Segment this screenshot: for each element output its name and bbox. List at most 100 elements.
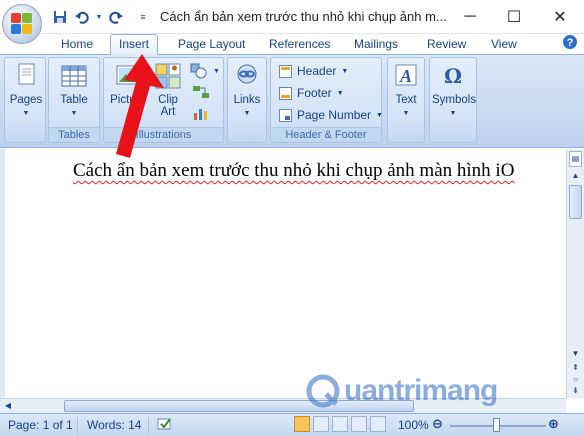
select-browse-object-icon[interactable]: ○ bbox=[569, 375, 582, 385]
svg-text:Ω: Ω bbox=[444, 64, 462, 88]
maximize-button[interactable]: ☐ bbox=[492, 0, 536, 34]
links-button[interactable]: Links ▼ bbox=[230, 62, 264, 120]
page-number-icon bbox=[279, 108, 292, 122]
next-page-icon[interactable]: ⇟ bbox=[569, 386, 582, 396]
redo-icon[interactable] bbox=[108, 9, 124, 25]
ribbon: Pages ▼ Table ▼ Tables Picture Clip Art bbox=[0, 54, 584, 148]
vertical-scroll-thumb[interactable] bbox=[569, 185, 582, 219]
shapes-icon bbox=[190, 63, 207, 79]
outline-icon[interactable] bbox=[351, 416, 367, 432]
smartart-button[interactable] bbox=[192, 83, 210, 101]
footer-dropdown-icon: ▼ bbox=[336, 89, 344, 97]
symbols-group: Ω Symbols ▼ bbox=[429, 57, 477, 143]
quick-access-toolbar: ▼ ≡ bbox=[52, 9, 148, 25]
zoom-level[interactable]: 100% bbox=[398, 418, 429, 432]
tab-review[interactable]: Review bbox=[427, 36, 466, 56]
zoom-out-icon[interactable]: ⊖ bbox=[432, 416, 443, 432]
watermark-text: uantrimang bbox=[344, 374, 498, 407]
header-button[interactable]: Header ▼ bbox=[279, 62, 348, 80]
links-label: Links bbox=[233, 94, 261, 106]
chart-icon bbox=[194, 109, 207, 120]
title-bar: ▼ ≡ Cách ẩn bản xem trước thu nhỏ khi ch… bbox=[0, 0, 584, 34]
office-button[interactable] bbox=[2, 4, 42, 44]
pages-label: Pages bbox=[9, 94, 43, 106]
links-group: Links ▼ bbox=[227, 57, 267, 143]
status-bar: Page: 1 of 1 Words: 14 100% ⊖ ⊕ bbox=[0, 413, 584, 436]
tab-home[interactable]: Home bbox=[61, 36, 93, 56]
word-count[interactable]: Words: 14 bbox=[87, 418, 141, 432]
text-dropdown-icon: ▼ bbox=[402, 110, 410, 117]
symbols-dropdown-icon: ▼ bbox=[449, 110, 457, 117]
symbols-label: Symbols bbox=[432, 94, 477, 106]
ruler-toggle-icon[interactable]: ▤ bbox=[569, 151, 582, 167]
header-label: Header bbox=[297, 64, 337, 78]
svg-text:?: ? bbox=[567, 37, 574, 49]
document-area[interactable] bbox=[0, 149, 566, 398]
svg-text:A: A bbox=[399, 66, 412, 86]
watermark-logo: uantrimang bbox=[306, 374, 498, 408]
close-button[interactable]: ✕ bbox=[538, 0, 582, 34]
annotation-arrow-icon bbox=[116, 54, 164, 158]
document-text[interactable]: Cách ẩn bản xem trước thu nhỏ khi chụp ả… bbox=[73, 160, 514, 182]
footer-icon bbox=[279, 86, 292, 100]
help-icon[interactable]: ? bbox=[562, 34, 578, 54]
tables-group-label: Tables bbox=[49, 127, 99, 142]
page-number-button[interactable]: Page Number ▼ bbox=[279, 106, 383, 124]
print-layout-icon[interactable] bbox=[294, 416, 310, 432]
undo-icon[interactable] bbox=[74, 9, 90, 25]
scroll-down-icon[interactable]: ▼ bbox=[569, 349, 582, 361]
text-button[interactable]: A Text ▼ bbox=[390, 62, 422, 120]
omega-icon: Ω bbox=[439, 62, 467, 90]
zoom-slider-thumb[interactable] bbox=[493, 418, 500, 432]
tables-group: Table ▼ Tables bbox=[48, 57, 100, 143]
header-footer-group: Header ▼ Footer ▼ Page Number ▼ Header &… bbox=[270, 57, 383, 143]
page-number-label: Page Number bbox=[297, 108, 372, 122]
pages-icon bbox=[12, 62, 40, 90]
watermark-q-icon bbox=[306, 374, 340, 408]
status-separator bbox=[77, 417, 78, 433]
pages-group: Pages ▼ bbox=[4, 57, 46, 143]
view-buttons bbox=[294, 416, 386, 432]
pages-button[interactable]: Pages ▼ bbox=[9, 62, 43, 120]
scroll-up-icon[interactable]: ▲ bbox=[569, 169, 582, 183]
save-icon[interactable] bbox=[52, 9, 68, 25]
status-separator bbox=[148, 417, 149, 433]
tab-references[interactable]: References bbox=[269, 36, 330, 56]
shapes-button[interactable]: ▼ bbox=[190, 62, 220, 80]
symbols-button[interactable]: Ω Symbols ▼ bbox=[432, 62, 477, 120]
header-footer-group-label: Header & Footer bbox=[271, 127, 381, 142]
tab-page-layout[interactable]: Page Layout bbox=[178, 36, 245, 56]
footer-label: Footer bbox=[297, 86, 332, 100]
links-dropdown-icon: ▼ bbox=[243, 110, 251, 117]
chart-button[interactable] bbox=[192, 104, 210, 122]
table-icon bbox=[60, 62, 88, 90]
web-layout-icon[interactable] bbox=[332, 416, 348, 432]
minimize-button[interactable]: ─ bbox=[448, 0, 492, 34]
tab-view[interactable]: View bbox=[491, 36, 517, 56]
left-margin bbox=[0, 149, 5, 398]
vertical-scrollbar[interactable]: ▤ ▲ ▼ ⇞ ○ ⇟ bbox=[566, 149, 584, 398]
table-label: Table bbox=[60, 94, 88, 106]
window-title: Cách ẩn bản xem trước thu nhỏ khi chụp ả… bbox=[160, 9, 447, 24]
scroll-left-icon[interactable]: ◀ bbox=[2, 400, 14, 412]
page-count[interactable]: Page: 1 of 1 bbox=[8, 418, 73, 432]
full-screen-reading-icon[interactable] bbox=[313, 416, 329, 432]
shapes-dropdown-icon: ▼ bbox=[213, 67, 220, 75]
proofing-icon[interactable] bbox=[156, 416, 174, 435]
header-icon bbox=[279, 64, 292, 78]
table-button[interactable]: Table ▼ bbox=[55, 62, 93, 120]
zoom-in-icon[interactable]: ⊕ bbox=[548, 416, 559, 432]
undo-dropdown-icon[interactable]: ▼ bbox=[96, 9, 103, 25]
previous-page-icon[interactable]: ⇞ bbox=[569, 363, 582, 373]
links-icon bbox=[233, 62, 261, 90]
footer-button[interactable]: Footer ▼ bbox=[279, 84, 344, 102]
customize-toolbar-icon[interactable]: ≡ bbox=[138, 9, 148, 25]
smartart-icon bbox=[193, 86, 209, 98]
draft-icon[interactable] bbox=[370, 416, 386, 432]
text-group: A Text ▼ bbox=[387, 57, 425, 143]
pages-dropdown-icon: ▼ bbox=[22, 110, 30, 117]
tab-mailings[interactable]: Mailings bbox=[354, 36, 398, 56]
table-dropdown-icon: ▼ bbox=[70, 110, 78, 117]
header-dropdown-icon: ▼ bbox=[341, 67, 349, 75]
text-label: Text bbox=[395, 94, 417, 106]
